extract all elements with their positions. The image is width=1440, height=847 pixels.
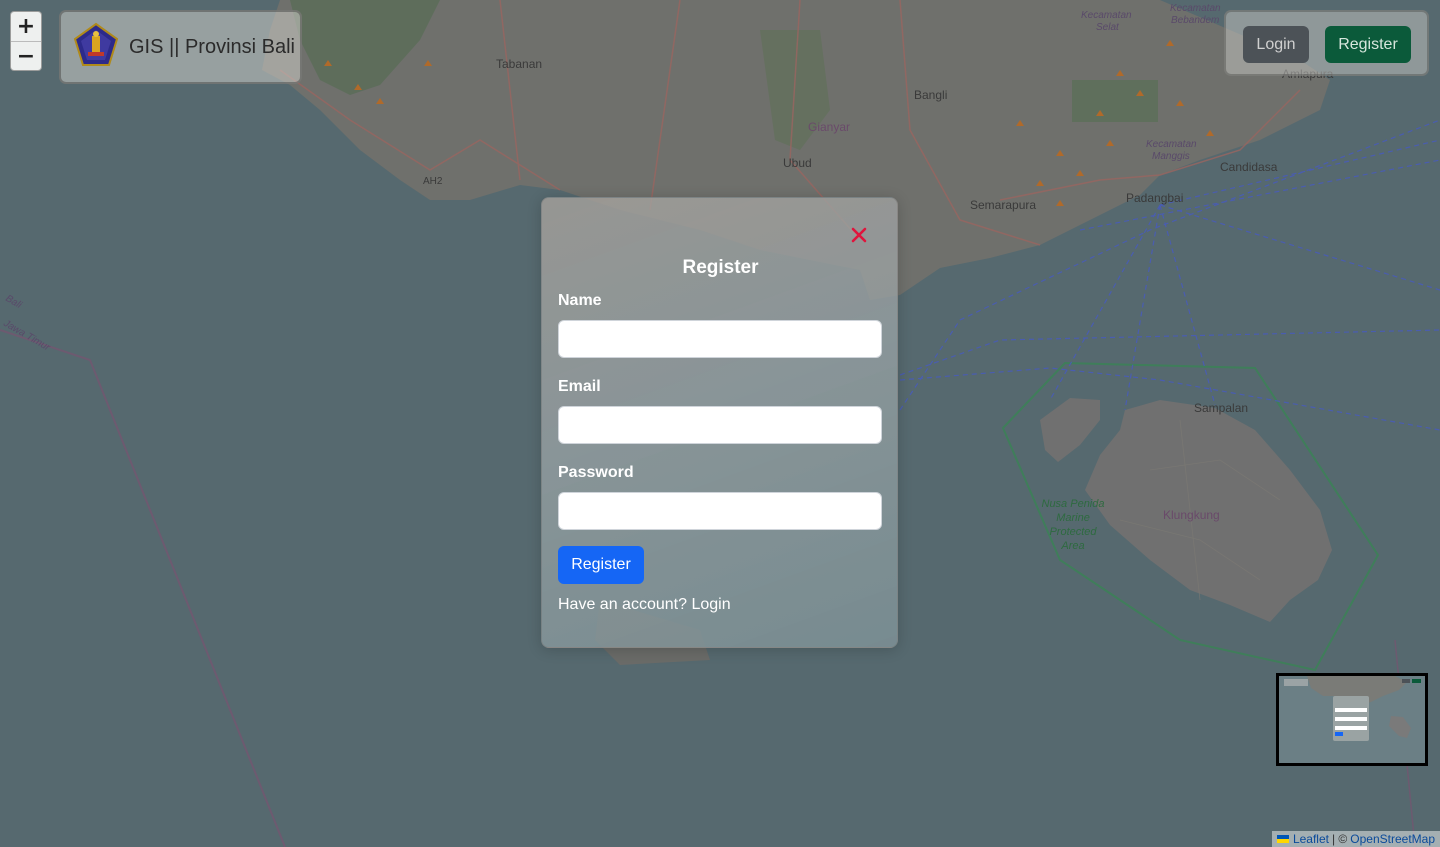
close-icon[interactable] [848,224,870,246]
svg-text:AH2: AH2 [423,176,443,187]
switch-to-login: Have an account? Login [558,596,731,614]
zoom-in-button[interactable]: + [11,12,41,42]
map-attribution: Leaflet | © OpenStreetMap [1271,831,1440,847]
svg-text:Semarapura: Semarapura [970,198,1036,212]
login-link[interactable]: Login [691,596,730,613]
svg-text:Gianyar: Gianyar [808,120,850,134]
name-field[interactable] [558,320,882,358]
modal-title: Register [682,257,759,278]
svg-text:Sampalan: Sampalan [1194,401,1248,415]
ukraine-flag-icon [1276,835,1289,843]
svg-text:Kecamatan: Kecamatan [1170,3,1221,14]
svg-text:Tabanan: Tabanan [496,57,542,71]
svg-text:Protected: Protected [1049,526,1097,538]
login-button[interactable]: Login [1243,26,1309,63]
zoom-control: + − [10,11,42,71]
openstreetmap-link[interactable]: OpenStreetMap [1350,832,1435,846]
attribution-separator: | © [1331,832,1348,846]
register-modal: Register Name Email Password Register Ha… [541,197,898,648]
name-label: Name [558,292,602,309]
submit-register-button[interactable]: Register [558,546,644,584]
svg-text:Candidasa: Candidasa [1220,160,1278,174]
app-title: GIS || Provinsi Bali [129,35,295,58]
bali-province-emblem-icon [73,22,119,73]
email-label: Email [558,378,601,395]
svg-text:Kecamatan: Kecamatan [1081,10,1132,21]
minimap[interactable] [1276,673,1428,766]
svg-text:Bangli: Bangli [914,88,947,102]
svg-text:Padangbai: Padangbai [1126,191,1183,205]
leaflet-link[interactable]: Leaflet [1293,832,1329,846]
svg-text:Ubud: Ubud [783,156,812,170]
svg-text:Manggis: Manggis [1152,151,1190,162]
svg-text:Selat: Selat [1096,22,1120,33]
zoom-out-button[interactable]: − [11,42,41,70]
auth-panel: Login Register [1224,10,1429,76]
password-label: Password [558,464,634,481]
svg-text:Bebandem: Bebandem [1171,15,1219,26]
register-button[interactable]: Register [1325,26,1411,63]
svg-text:Klungkung: Klungkung [1163,508,1220,522]
svg-text:Kecamatan: Kecamatan [1146,139,1197,150]
switch-prompt: Have an account? [558,596,687,613]
svg-text:Marine: Marine [1056,512,1090,524]
email-field[interactable] [558,406,882,444]
svg-text:Nusa Penida: Nusa Penida [1042,498,1105,510]
password-field[interactable] [558,492,882,530]
svg-text:Area: Area [1060,540,1084,552]
brand-panel: GIS || Provinsi Bali [59,10,302,84]
